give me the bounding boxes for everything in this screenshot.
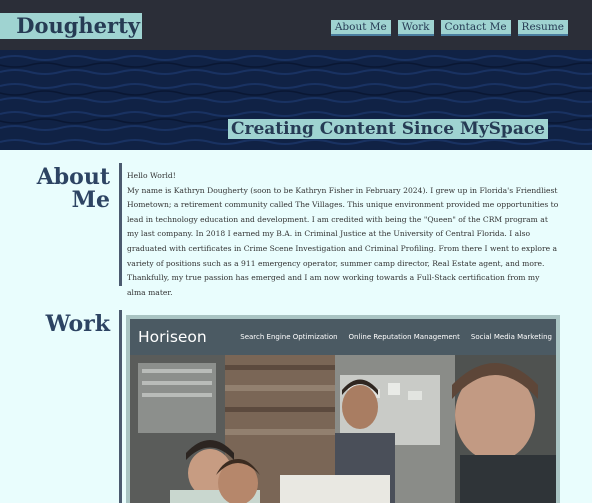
- work-divider: [119, 310, 122, 503]
- about-body: My name is Kathryn Dougherty (soon to be…: [127, 185, 559, 297]
- site-brand: Dougherty: [0, 13, 142, 39]
- nav-link-contact-me[interactable]: Contact Me: [440, 20, 511, 36]
- about-text: Hello World! My name is Kathryn Doughert…: [127, 169, 560, 300]
- about-greeting: Hello World!: [127, 171, 176, 180]
- project-nav-item: Search Engine Optimization: [240, 333, 338, 341]
- project-nav: Search Engine Optimization Online Reputa…: [240, 332, 552, 342]
- work-project-card[interactable]: Horiseon Search Engine Optimization Onli…: [126, 315, 560, 503]
- hero-banner: Creating Content Since MySpace: [0, 50, 592, 150]
- work-heading: Work: [45, 311, 110, 337]
- nav-link-resume[interactable]: Resume: [517, 20, 568, 36]
- project-screenshot[interactable]: Horiseon Search Engine Optimization Onli…: [130, 319, 556, 503]
- nav-link-about-me[interactable]: About Me: [330, 20, 391, 36]
- brand-name: Dougherty: [16, 13, 140, 38]
- about-heading-line2: Me: [71, 187, 110, 213]
- project-hero-photo: [130, 355, 556, 503]
- nav-link-work[interactable]: Work: [397, 20, 434, 36]
- project-nav-item: Online Reputation Management: [348, 333, 460, 341]
- about-heading-line1: About: [36, 164, 110, 190]
- project-site-header: Horiseon Search Engine Optimization Onli…: [130, 319, 556, 355]
- main-nav: About Me Work Contact Me Resume: [330, 20, 568, 36]
- about-divider: [119, 163, 122, 286]
- project-logo: Horiseon: [138, 328, 207, 346]
- project-nav-item: Social Media Marketing: [470, 333, 552, 341]
- about-heading: About Me: [30, 166, 110, 212]
- hero-tagline: Creating Content Since MySpace: [227, 119, 548, 139]
- site-header: Dougherty About Me Work Contact Me Resum…: [0, 0, 592, 50]
- portfolio-page: Dougherty About Me Work Contact Me Resum…: [0, 0, 592, 503]
